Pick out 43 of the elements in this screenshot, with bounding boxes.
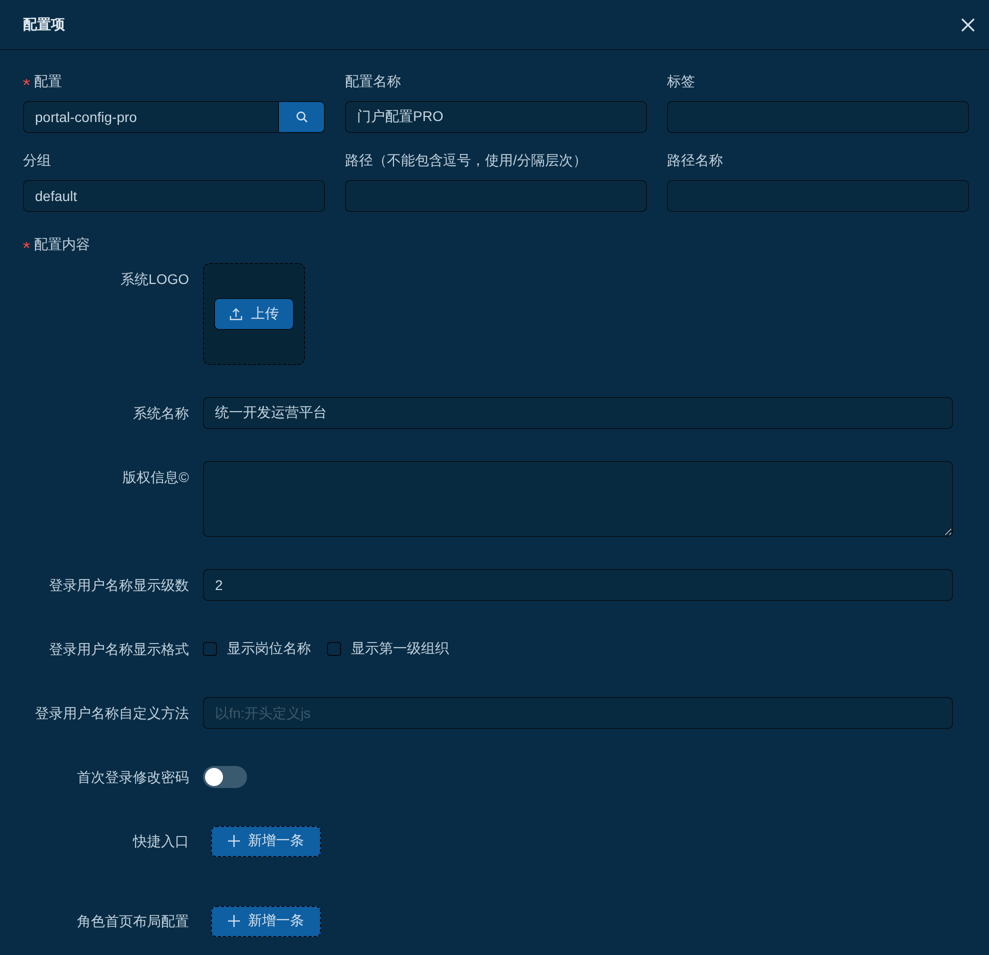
field-label: 快捷入口: [133, 833, 189, 849]
field-label: 分组: [23, 152, 51, 170]
dialog-title: 配置项: [23, 16, 65, 34]
input-field[interactable]: [345, 180, 647, 212]
field-label: 标签: [667, 73, 695, 91]
input-field[interactable]: 门户配置PRO: [345, 101, 647, 133]
search-button[interactable]: [279, 101, 325, 133]
checkbox-label[interactable]: 显示第一级组织: [351, 640, 449, 658]
add-button[interactable]: 新增一条: [211, 906, 321, 936]
field-label: 系统LOGO: [120, 271, 189, 287]
input-field[interactable]: 以fn:开头定义js: [203, 697, 953, 729]
input-field[interactable]: 统一开发运营平台: [203, 397, 953, 429]
field-label: 版权信息©: [122, 469, 189, 485]
field-label: 登录用户名称自定义方法: [35, 705, 189, 721]
toggle-switch[interactable]: [203, 766, 247, 788]
input-field[interactable]: [667, 180, 969, 212]
add-button[interactable]: 新增一条: [211, 826, 321, 856]
close-icon: [961, 18, 975, 32]
upload-area[interactable]: 上传: [203, 263, 305, 365]
field-label: 配置名称: [345, 73, 401, 91]
field-label: 首次登录修改密码: [77, 769, 189, 785]
section-label: 配置内容: [34, 236, 90, 254]
text-area[interactable]: [203, 461, 953, 537]
input-field[interactable]: 2: [203, 569, 953, 601]
input-field[interactable]: portal-config-pro: [23, 101, 279, 133]
upload-icon: [229, 307, 243, 321]
field-label: 登录用户名称显示格式: [49, 641, 189, 657]
upload-button[interactable]: 上传: [214, 298, 294, 330]
input-field[interactable]: [667, 101, 969, 133]
field-label: 路径（不能包含逗号，使用/分隔层次）: [345, 152, 587, 170]
field-label: 角色首页布局配置: [77, 913, 189, 929]
field-label: 路径名称: [667, 152, 723, 170]
plus-icon: [228, 835, 240, 847]
field-label: 登录用户名称显示级数: [49, 577, 189, 593]
search-icon: [296, 111, 308, 123]
field-label: 系统名称: [133, 405, 189, 421]
checkbox[interactable]: [327, 642, 341, 656]
close-button[interactable]: [961, 18, 975, 32]
checkbox-label[interactable]: 显示岗位名称: [227, 640, 311, 658]
checkbox[interactable]: [203, 642, 217, 656]
plus-icon: [228, 915, 240, 927]
field-label: 配置: [34, 73, 62, 91]
input-field[interactable]: default: [23, 180, 325, 212]
